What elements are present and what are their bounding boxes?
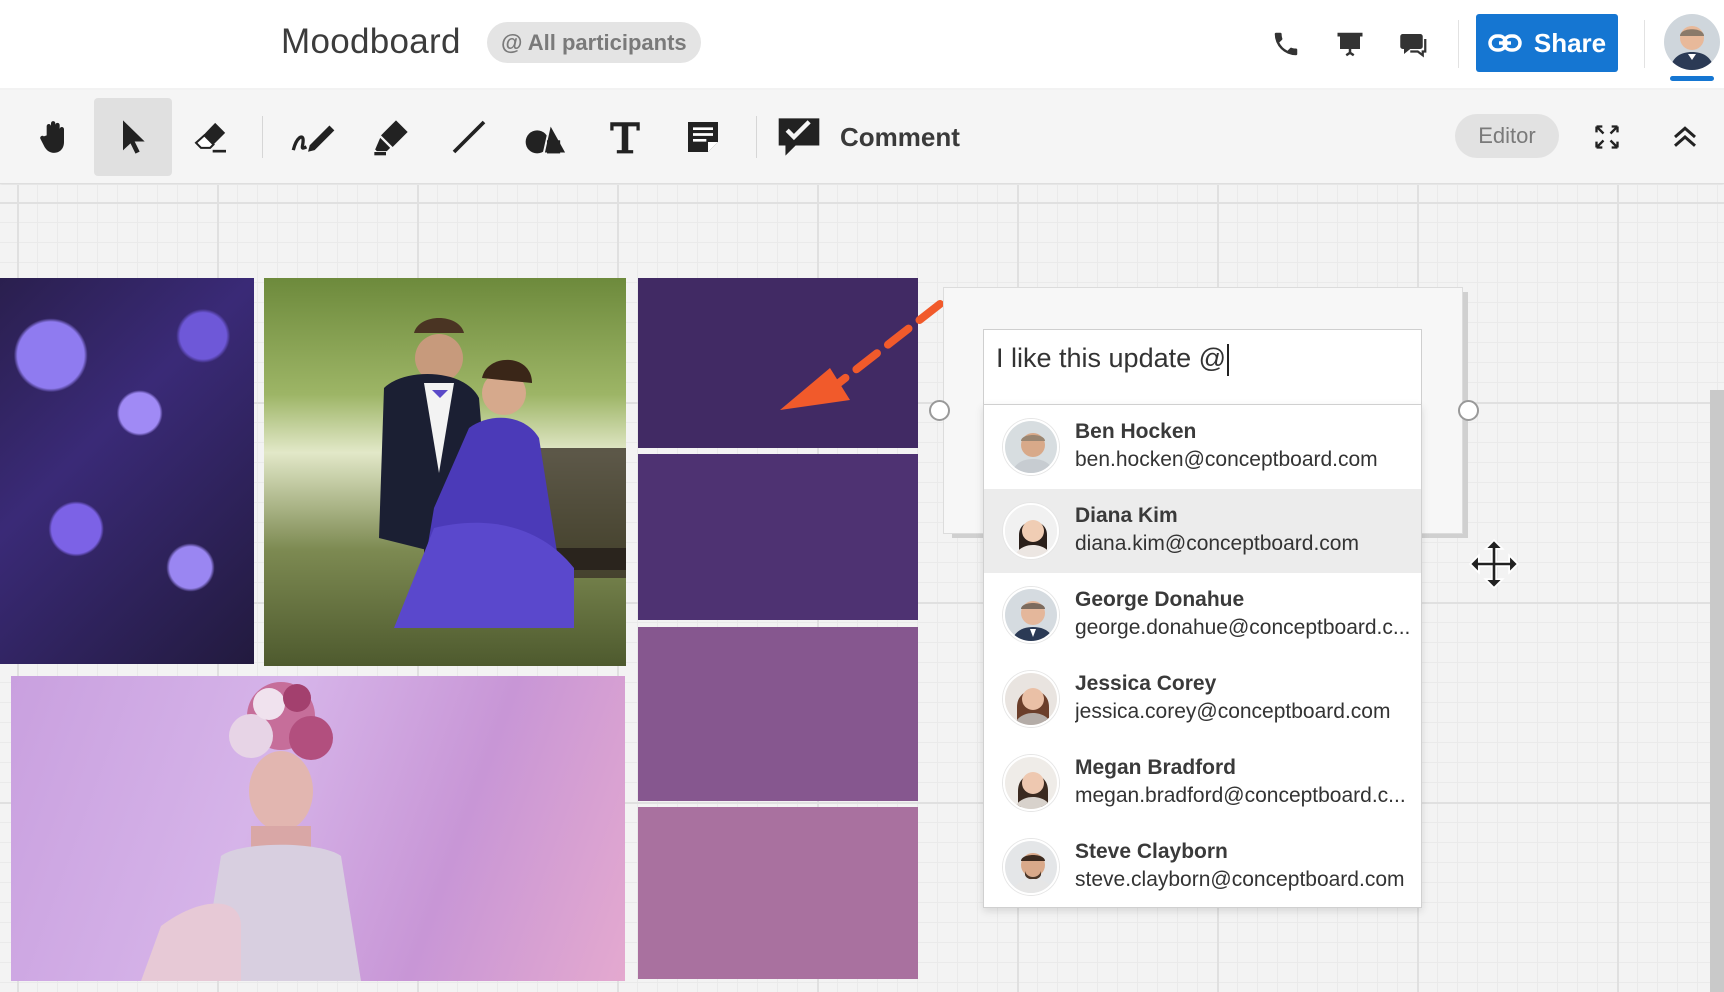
current-user-avatar[interactable] — [1664, 14, 1720, 70]
fullscreen-button[interactable] — [1568, 98, 1646, 176]
vertical-scrollbar[interactable] — [1710, 390, 1724, 992]
resize-handle-left[interactable] — [929, 400, 950, 421]
mention-item[interactable]: Diana Kim diana.kim@conceptboard.com — [984, 489, 1421, 573]
comment-input-text: I like this update @ — [996, 343, 1227, 373]
active-user-indicator — [1670, 76, 1714, 81]
mention-name: George Donahue — [1075, 588, 1245, 611]
pen-icon — [291, 125, 335, 152]
mention-item[interactable]: Jessica Corey jessica.corey@conceptboard… — [984, 657, 1421, 741]
shapes-tool[interactable] — [508, 98, 586, 176]
select-arrow-icon — [123, 120, 145, 154]
mention-email: jessica.corey@conceptboard.com — [1075, 700, 1391, 723]
mention-email: steve.clayborn@conceptboard.com — [1075, 868, 1405, 891]
mention-suggestions: Ben Hocken ben.hocken@conceptboard.com D… — [983, 404, 1422, 908]
sticky-note-icon — [688, 122, 718, 152]
line-tool[interactable] — [430, 98, 508, 176]
highlighter-tool[interactable] — [352, 98, 430, 176]
line-icon — [452, 120, 486, 154]
collapse-toolbar-button[interactable] — [1646, 98, 1724, 176]
all-participants-badge[interactable]: @ All participants — [487, 22, 701, 63]
text-icon — [610, 122, 640, 154]
toolbar-divider — [262, 116, 263, 158]
mention-email: megan.bradford@conceptboard.c... — [1075, 784, 1406, 807]
annotation-arrow[interactable] — [780, 296, 950, 416]
toolbar-divider — [756, 116, 757, 158]
eraser-icon — [194, 122, 226, 153]
pen-tool[interactable] — [274, 98, 352, 176]
header-divider — [1644, 20, 1645, 68]
color-swatch[interactable] — [638, 627, 918, 801]
mention-email: ben.hocken@conceptboard.com — [1075, 448, 1378, 471]
hand-icon — [40, 121, 64, 153]
shapes-icon — [525, 121, 569, 155]
avatar — [1003, 755, 1059, 811]
avatar — [1003, 419, 1059, 475]
move-cursor-icon[interactable] — [1468, 538, 1520, 590]
mention-name: Jessica Corey — [1075, 672, 1217, 695]
comment-icon — [778, 118, 820, 156]
mention-email: diana.kim@conceptboard.com — [1075, 532, 1359, 555]
comment-tool[interactable] — [766, 98, 832, 176]
link-icon — [1488, 34, 1522, 52]
mention-name: Megan Bradford — [1075, 756, 1237, 779]
woman-flower-crown-image[interactable] — [11, 676, 625, 981]
mention-name: Ben Hocken — [1075, 420, 1197, 443]
text-tool[interactable] — [586, 98, 664, 176]
mention-name: Diana Kim — [1075, 504, 1178, 527]
top-bar: Moodboard @ All participants Share — [0, 0, 1724, 88]
eraser-tool[interactable] — [172, 98, 250, 176]
text-caret — [1227, 343, 1230, 376]
hand-tool[interactable] — [16, 98, 94, 176]
share-button[interactable]: Share — [1476, 14, 1618, 72]
color-swatch[interactable] — [638, 454, 918, 620]
comment-input[interactable]: I like this update @ — [983, 329, 1422, 405]
avatar — [1003, 587, 1059, 643]
select-tool[interactable] — [94, 98, 172, 176]
editor-role-badge[interactable]: Editor — [1455, 114, 1559, 158]
fullscreen-icon — [1595, 125, 1619, 149]
share-label: Share — [1533, 27, 1607, 58]
toolbar: Comment Editor — [0, 90, 1724, 184]
mention-item[interactable]: Steve Clayborn steve.clayborn@conceptboa… — [984, 825, 1421, 909]
mention-item[interactable]: Megan Bradford megan.bradford@conceptboa… — [984, 741, 1421, 825]
avatar — [1003, 839, 1059, 895]
header-divider — [1458, 20, 1459, 68]
chat-icon[interactable] — [1394, 24, 1434, 64]
sticky-note-tool[interactable] — [664, 98, 742, 176]
mention-item[interactable]: George Donahue george.donahue@conceptboa… — [984, 573, 1421, 657]
avatar — [1003, 671, 1059, 727]
purple-sequins-image[interactable] — [0, 278, 254, 664]
avatar — [1003, 503, 1059, 559]
mention-email: george.donahue@conceptboard.c... — [1075, 616, 1411, 639]
board-title[interactable]: Moodboard — [281, 22, 461, 62]
resize-handle-right[interactable] — [1458, 400, 1479, 421]
presentation-icon[interactable] — [1330, 24, 1370, 64]
double-chevron-up-icon — [1674, 126, 1696, 147]
highlighter-icon — [374, 120, 408, 156]
mention-name: Steve Clayborn — [1075, 840, 1228, 863]
phone-icon[interactable] — [1266, 24, 1306, 64]
couple-on-bench-image[interactable] — [264, 278, 626, 666]
color-swatch[interactable] — [638, 807, 918, 979]
comment-label[interactable]: Comment — [840, 122, 960, 153]
mention-item[interactable]: Ben Hocken ben.hocken@conceptboard.com — [984, 405, 1421, 489]
